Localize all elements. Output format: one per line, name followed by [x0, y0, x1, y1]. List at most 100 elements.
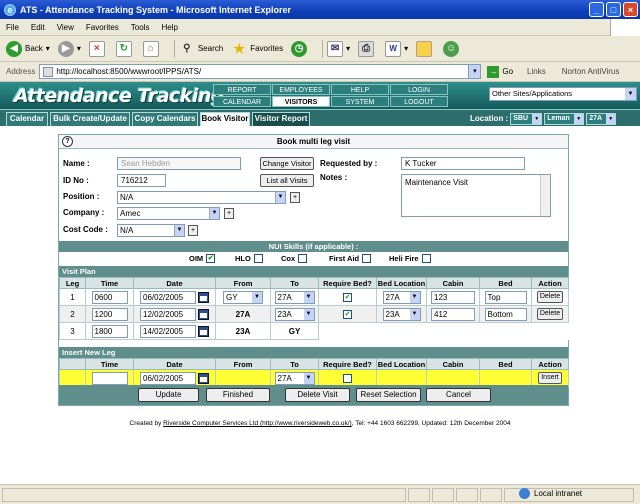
- tab-copy-calendars[interactable]: Copy Calendars: [132, 112, 198, 126]
- mail-button[interactable]: ✉ ▾: [327, 40, 350, 57]
- nav-employees[interactable]: EMPLOYEES: [272, 84, 330, 95]
- skill-cox-checkbox[interactable]: [298, 254, 308, 263]
- id-field[interactable]: 716212: [117, 174, 166, 187]
- tab-visitor-report[interactable]: Visitor Report: [252, 112, 310, 126]
- require-bed-checkbox[interactable]: ✔: [343, 309, 352, 319]
- reset-selection-button[interactable]: Reset Selection: [356, 388, 421, 402]
- menu-favorites[interactable]: Favorites: [86, 23, 119, 32]
- skill-cox[interactable]: Cox: [281, 254, 308, 263]
- norton-antivirus-button[interactable]: Norton AntiVirus: [562, 67, 620, 76]
- maximize-button[interactable]: □: [606, 2, 621, 17]
- delete-leg-button[interactable]: Delete: [536, 308, 564, 320]
- cabin-input[interactable]: 123: [431, 290, 475, 304]
- skill-heli-fire[interactable]: Heli Fire: [389, 254, 431, 263]
- new-leg-to-select[interactable]: 27A ▼: [274, 371, 315, 385]
- nav-login[interactable]: LOGIN: [390, 84, 448, 95]
- nav-visitors[interactable]: VISITORS: [272, 96, 330, 107]
- bed-location-select[interactable]: 23A ▼: [382, 307, 421, 321]
- messenger-button[interactable]: ☺: [443, 40, 462, 57]
- add-cost-code-button[interactable]: +: [188, 225, 198, 236]
- time-input[interactable]: 0600: [91, 290, 128, 304]
- add-company-button[interactable]: +: [224, 208, 234, 219]
- delete-leg-button[interactable]: Delete: [536, 291, 564, 303]
- date-input[interactable]: 14/02/2005: [140, 324, 196, 338]
- skill-heli-fire-checkbox[interactable]: [421, 254, 431, 263]
- require-bed-checkbox[interactable]: ✔: [343, 292, 352, 302]
- cost-code-select[interactable]: N/A ▼: [117, 224, 185, 237]
- date-input[interactable]: 12/02/2005: [140, 307, 196, 321]
- finished-button[interactable]: Finished: [206, 388, 270, 402]
- favorites-button[interactable]: ★ Favorites: [231, 41, 283, 57]
- to-select[interactable]: 23A ▼: [274, 307, 315, 321]
- stop-button[interactable]: ×: [88, 40, 108, 57]
- time-input[interactable]: 1800: [91, 324, 128, 338]
- cabin-input[interactable]: 412: [431, 307, 475, 321]
- to-select[interactable]: 27A ▼: [274, 290, 315, 304]
- bed-input[interactable]: Top: [484, 290, 527, 304]
- location-leman-select[interactable]: Leman ▼: [544, 112, 585, 125]
- skill-first-aid-checkbox[interactable]: [362, 254, 372, 263]
- skill-first-aid[interactable]: First Aid: [329, 254, 372, 263]
- edit-button[interactable]: W ▾: [385, 40, 408, 57]
- search-button[interactable]: ⚲ Search: [179, 41, 223, 57]
- new-leg-time-input[interactable]: [91, 371, 128, 385]
- time-input[interactable]: 1200: [91, 307, 128, 321]
- close-button[interactable]: ×: [623, 2, 638, 17]
- tab-book-visitor[interactable]: Book Visitor: [200, 112, 250, 126]
- menu-tools[interactable]: Tools: [131, 23, 150, 32]
- skill-oim[interactable]: OIM ✔: [189, 254, 216, 263]
- menu-file[interactable]: File: [6, 23, 19, 32]
- menu-view[interactable]: View: [57, 23, 74, 32]
- bed-location-select[interactable]: 27A ▼: [382, 290, 421, 304]
- company-select[interactable]: Amec ▼: [117, 207, 220, 220]
- links-button[interactable]: Links: [527, 67, 546, 76]
- nav-report[interactable]: REPORT: [213, 84, 271, 95]
- print-button[interactable]: ⎙: [358, 40, 377, 57]
- update-button[interactable]: Update: [138, 388, 199, 402]
- menu-edit[interactable]: Edit: [31, 23, 45, 32]
- change-visitor-button[interactable]: Change Visitor: [260, 157, 314, 170]
- back-button[interactable]: ◀ Back ▾: [6, 40, 50, 57]
- new-leg-date-input[interactable]: 06/02/2005: [140, 371, 196, 385]
- notes-textarea[interactable]: Maintenance Visit: [401, 174, 551, 217]
- forward-button[interactable]: ▶ ▾: [57, 40, 81, 57]
- bed-input[interactable]: Bottom: [484, 307, 527, 321]
- tab-bulk-create-update[interactable]: Bulk Create/Update: [50, 112, 130, 126]
- menu-help[interactable]: Help: [161, 23, 177, 32]
- calendar-icon[interactable]: [198, 372, 209, 384]
- nav-system[interactable]: SYSTEM: [331, 96, 389, 107]
- other-sites-select[interactable]: Other Sites/Applications ▼: [489, 87, 637, 101]
- new-leg-require-bed-checkbox[interactable]: [343, 373, 352, 383]
- add-position-button[interactable]: +: [290, 192, 300, 203]
- from-select[interactable]: GY ▼: [223, 290, 263, 304]
- home-button[interactable]: ⌂: [142, 40, 162, 57]
- list-all-visits-button[interactable]: List all Visits: [260, 174, 314, 187]
- skill-hlo-checkbox[interactable]: [253, 254, 263, 263]
- calendar-icon[interactable]: [198, 291, 209, 303]
- calendar-icon[interactable]: [198, 308, 209, 320]
- history-button[interactable]: ◷: [291, 40, 310, 57]
- address-input[interactable]: http://localhost:8500/wwwroot/IPPS/ATS/: [39, 64, 470, 79]
- minimize-button[interactable]: _: [589, 2, 604, 17]
- company-link[interactable]: Riverside Computer Services Ltd (http://…: [163, 420, 352, 427]
- nav-calendar[interactable]: CALENDAR: [213, 96, 271, 107]
- location-sbu-select[interactable]: SBU ▼: [510, 112, 543, 125]
- nav-help[interactable]: HELP: [331, 84, 389, 95]
- tab-calendar[interactable]: Calendar: [6, 112, 48, 126]
- requested-by-field[interactable]: K Tucker: [401, 157, 525, 170]
- address-dropdown[interactable]: ▾: [468, 64, 482, 79]
- calendar-icon[interactable]: [198, 325, 209, 337]
- position-select[interactable]: N/A ▼: [117, 191, 286, 204]
- go-button[interactable]: → Go: [487, 65, 513, 78]
- insert-leg-button[interactable]: Insert: [538, 372, 562, 384]
- delete-visit-button[interactable]: Delete Visit: [285, 388, 350, 402]
- location-27a-select[interactable]: 27A ▼: [586, 112, 617, 125]
- nav-logout[interactable]: LOGOUT: [390, 96, 448, 107]
- notes-scrollbar[interactable]: [540, 175, 550, 216]
- date-input[interactable]: 06/02/2005: [140, 290, 196, 304]
- cancel-button[interactable]: Cancel: [426, 388, 491, 402]
- help-icon[interactable]: ?: [62, 136, 73, 147]
- skill-oim-checkbox[interactable]: ✔: [206, 254, 216, 263]
- refresh-button[interactable]: ↻: [115, 40, 135, 57]
- skill-hlo[interactable]: HLO: [235, 254, 263, 263]
